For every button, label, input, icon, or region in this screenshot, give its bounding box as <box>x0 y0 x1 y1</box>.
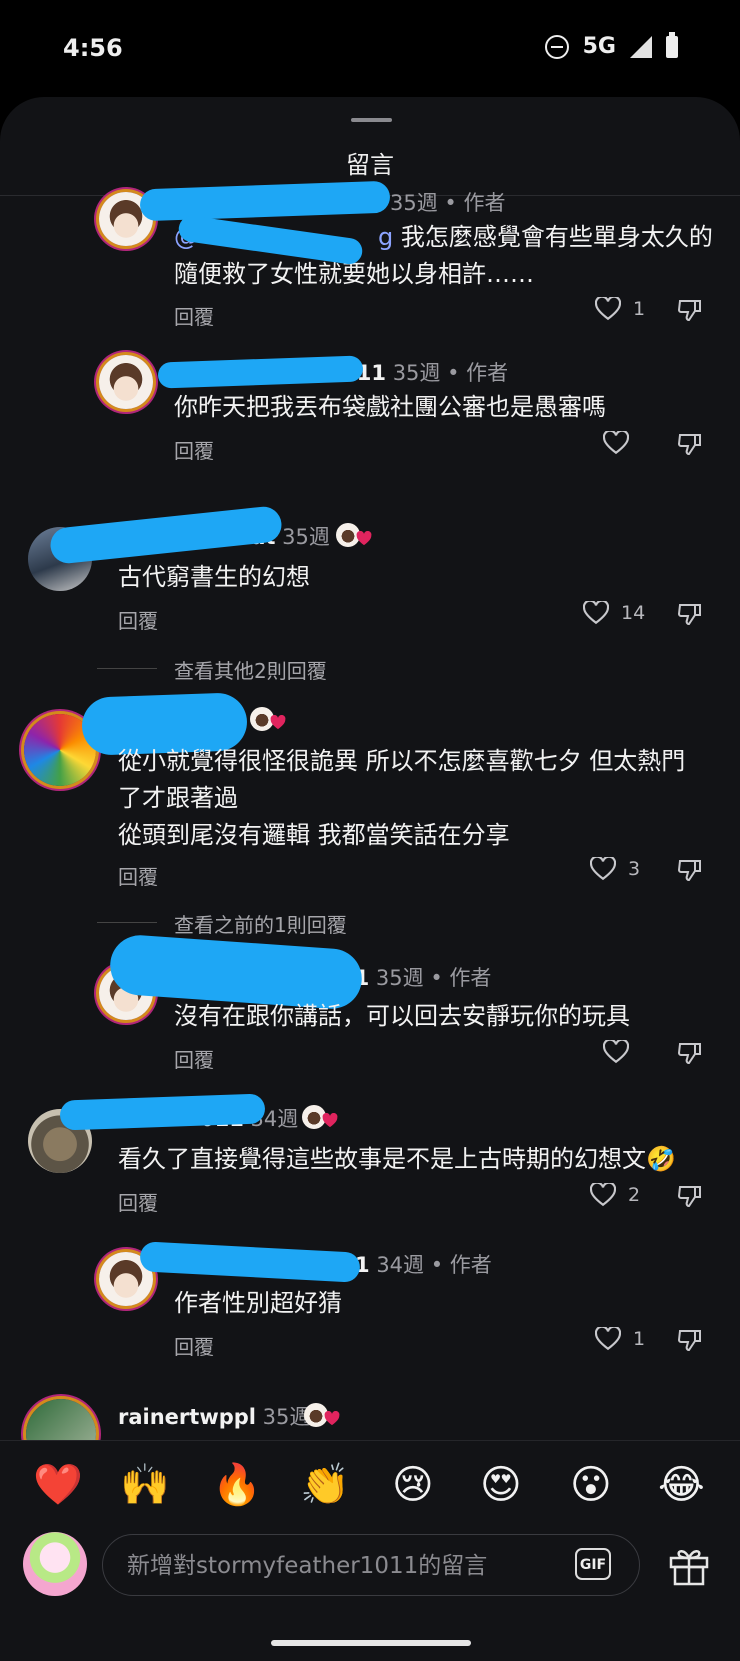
drag-handle[interactable] <box>351 118 392 122</box>
like-button[interactable] <box>603 431 641 455</box>
reaction-laugh[interactable]: 😂 <box>658 1461 705 1509</box>
sheet-title: 留言 <box>346 151 394 179</box>
status-time: 4:56 <box>63 34 123 62</box>
reply-button[interactable]: 回覆 <box>174 435 214 464</box>
heart-icon <box>590 857 616 881</box>
like-button[interactable]: 2 <box>590 1183 640 1207</box>
reaction-raised-hands[interactable]: 🙌 <box>120 1461 170 1509</box>
reply-button[interactable]: 回覆 <box>118 861 158 890</box>
reply-button[interactable]: 回覆 <box>174 1331 214 1360</box>
reaction-heart-eyes[interactable]: 😍 <box>480 1461 522 1509</box>
comment-text-line2: 隨便救了女性就要她以身相許…… <box>174 260 534 288</box>
dislike-icon[interactable] <box>677 297 703 323</box>
home-indicator[interactable] <box>271 1640 471 1646</box>
view-more-label[interactable]: 查看其他2則回覆 <box>174 655 327 684</box>
comment-text-line1: 從小就覺得很怪很詭異 所以不怎麼喜歡七夕 但太熱門 <box>118 747 686 775</box>
username[interactable]: rainertwppl <box>118 1405 256 1429</box>
heart-icon <box>583 601 609 625</box>
heart-icon <box>603 431 629 455</box>
status-icons: 5G <box>544 31 678 59</box>
comment-meta: 35週 • 作者 <box>390 191 506 215</box>
dislike-icon[interactable] <box>677 431 703 457</box>
comment-text-line3: 從頭到尾沒有邏輯 我都當笑話在分享 <box>118 821 510 849</box>
redacted-username <box>139 180 391 222</box>
comment-time: 35週 <box>392 361 441 385</box>
comment-time: 35週 <box>282 525 330 549</box>
dislike-icon[interactable] <box>677 601 703 627</box>
creator-heart-icon <box>322 1113 338 1128</box>
comment-meta: 11 35週 • 作者 <box>340 962 491 992</box>
reaction-heart[interactable]: ❤️ <box>33 1461 83 1509</box>
comment-text: 看久了直接覺得這些故事是不是上古時期的幻想文🤣 <box>118 1145 676 1173</box>
battery-icon <box>666 31 678 58</box>
dislike-icon[interactable] <box>677 857 703 883</box>
like-button[interactable] <box>603 1040 641 1064</box>
signal-icon <box>630 35 652 58</box>
like-button[interactable]: 3 <box>590 857 640 881</box>
heart-icon <box>590 1183 616 1207</box>
like-count: 1 <box>633 298 646 320</box>
comment-text: 作者性別超好猜 <box>174 1289 342 1317</box>
heart-icon <box>595 297 621 321</box>
comment-text: 你昨天把我丟布袋戲社團公審也是愚審嗎 <box>174 393 606 421</box>
like-count: 14 <box>621 602 646 624</box>
comment-meta: rainertwppl 35週 <box>118 1401 310 1431</box>
gif-button[interactable]: GIF <box>575 1548 611 1580</box>
heart-icon <box>595 1327 621 1351</box>
like-button[interactable]: 14 <box>583 601 645 625</box>
comment-time: 35週 <box>390 191 438 215</box>
comment-time: 35週 <box>375 966 424 990</box>
heart-icon <box>603 1040 629 1064</box>
reply-button[interactable]: 回覆 <box>174 301 214 330</box>
creator-heart-icon <box>356 531 372 546</box>
view-previous-label[interactable]: 查看之前的1則回覆 <box>174 909 347 938</box>
reply-button[interactable]: 回覆 <box>174 1044 214 1073</box>
comment-input[interactable] <box>125 1549 509 1583</box>
comment-time: 34週 <box>376 1253 425 1277</box>
dislike-icon[interactable] <box>677 1040 703 1066</box>
like-count: 1 <box>633 1328 646 1350</box>
like-button[interactable]: 1 <box>595 1327 645 1351</box>
comment-text: 從小就覺得很怪很詭異 所以不怎麼喜歡七夕 但太熱門 了才跟著過 從頭到尾沒有邏輯… <box>118 743 685 854</box>
avatar[interactable] <box>99 355 153 409</box>
comment-text-line2: 了才跟著過 <box>118 784 238 812</box>
author-badge: 作者 <box>463 191 506 215</box>
creator-heart-icon <box>270 715 286 730</box>
dislike-icon[interactable] <box>677 1183 703 1209</box>
reply-button[interactable]: 回覆 <box>118 1187 158 1216</box>
author-badge: 作者 <box>466 361 509 385</box>
reaction-clap[interactable]: 👏 <box>300 1461 350 1509</box>
do-not-disturb-icon <box>544 34 569 59</box>
network-label: 5G <box>582 34 616 59</box>
comment-text-line1: 我怎麼感覺會有些單身太久的 <box>400 223 713 251</box>
status-bar: 4:56 5G <box>0 0 740 100</box>
redacted-username <box>48 504 284 566</box>
comment-input-box[interactable]: GIF <box>102 1534 640 1596</box>
comment-meta: 1 34週 • 作者 <box>355 1253 492 1277</box>
author-badge: 作者 <box>449 1253 492 1277</box>
like-count: 2 <box>628 1184 641 1206</box>
comment-input-row: GIF <box>0 1512 740 1632</box>
dislike-icon[interactable] <box>677 1327 703 1353</box>
author-badge: 作者 <box>449 966 492 990</box>
reaction-surprised[interactable]: 😮 <box>570 1461 612 1509</box>
like-count: 3 <box>628 858 641 880</box>
redacted-username <box>139 1241 361 1283</box>
reply-button[interactable]: 回覆 <box>118 605 158 634</box>
comment-text: 古代窮書生的幻想 <box>118 563 310 591</box>
creator-heart-icon <box>324 1411 340 1426</box>
reaction-cry[interactable]: 😢 <box>392 1461 434 1509</box>
comments-sheet: 留言 35週 • 作者 @g 我怎麼感覺會有些單身太久的 隨便救了女性就要她以身… <box>0 97 740 1661</box>
mention-tail[interactable]: g <box>378 223 393 251</box>
current-user-avatar <box>23 1532 87 1596</box>
comment-text: 沒有在跟你講話，可以回去安靜玩你的玩具 <box>174 1002 630 1030</box>
reaction-fire[interactable]: 🔥 <box>212 1461 262 1509</box>
gift-icon[interactable] <box>668 1546 710 1586</box>
like-button[interactable]: 1 <box>595 297 645 321</box>
